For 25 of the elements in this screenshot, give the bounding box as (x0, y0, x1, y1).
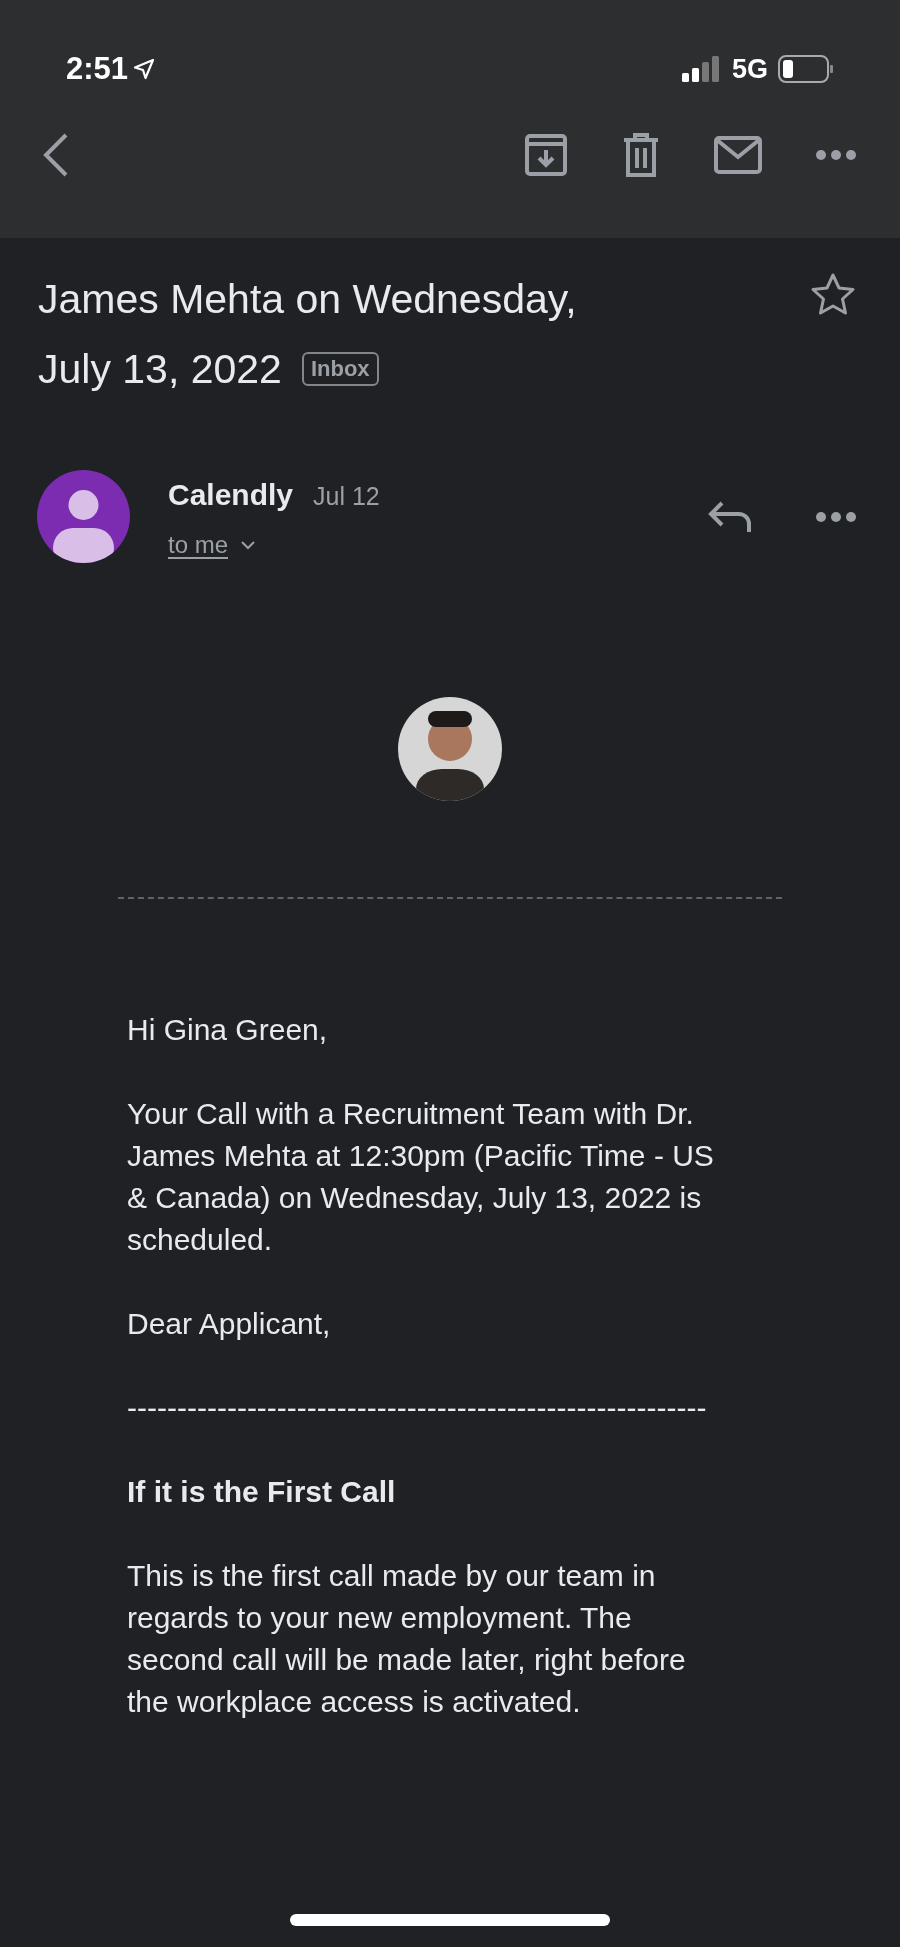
body-paragraph: ---------------------------------------------------------- (127, 1390, 708, 1426)
battery-icon (778, 55, 834, 83)
more-icon[interactable] (816, 512, 856, 522)
subject-title: James Mehta on Wednesday, (38, 275, 577, 324)
sender-name: Calendly (168, 477, 294, 513)
body-paragraph: This is the first call made by our team in regards to your new employment. The second call will be made later, right before the workplace access is activated. (127, 1558, 687, 1720)
reply-icon[interactable] (708, 500, 752, 534)
signal-icon (681, 56, 722, 82)
archive-icon[interactable] (524, 133, 568, 177)
recipient-toggle[interactable]: to me (168, 527, 257, 563)
body-paragraph: Dear Applicant, (127, 1306, 332, 1342)
network-label: 5G (731, 52, 768, 86)
subject-title: July 13, 2022 (38, 345, 282, 394)
delete-icon[interactable] (622, 132, 660, 178)
chevron-down-icon (240, 540, 257, 550)
body-paragraph: Hi Gina Green, (127, 1012, 329, 1048)
clock-time: 2:51 (66, 49, 129, 88)
section-heading: If it is the First Call (127, 1474, 397, 1510)
mail-icon[interactable] (714, 136, 762, 174)
star-icon[interactable] (810, 272, 856, 316)
more-icon[interactable] (816, 150, 856, 160)
body-paragraph: Your Call with a Recruitment Team with Dr. James Mehta at 12:30pm (Pacific Time - US & Canada) on Wednesday, July 13, 2022 is scheduled. (127, 1096, 715, 1258)
location-icon (132, 57, 157, 81)
message-date: Jul 12 (313, 481, 380, 512)
inbox-label: Inbox (301, 352, 379, 386)
